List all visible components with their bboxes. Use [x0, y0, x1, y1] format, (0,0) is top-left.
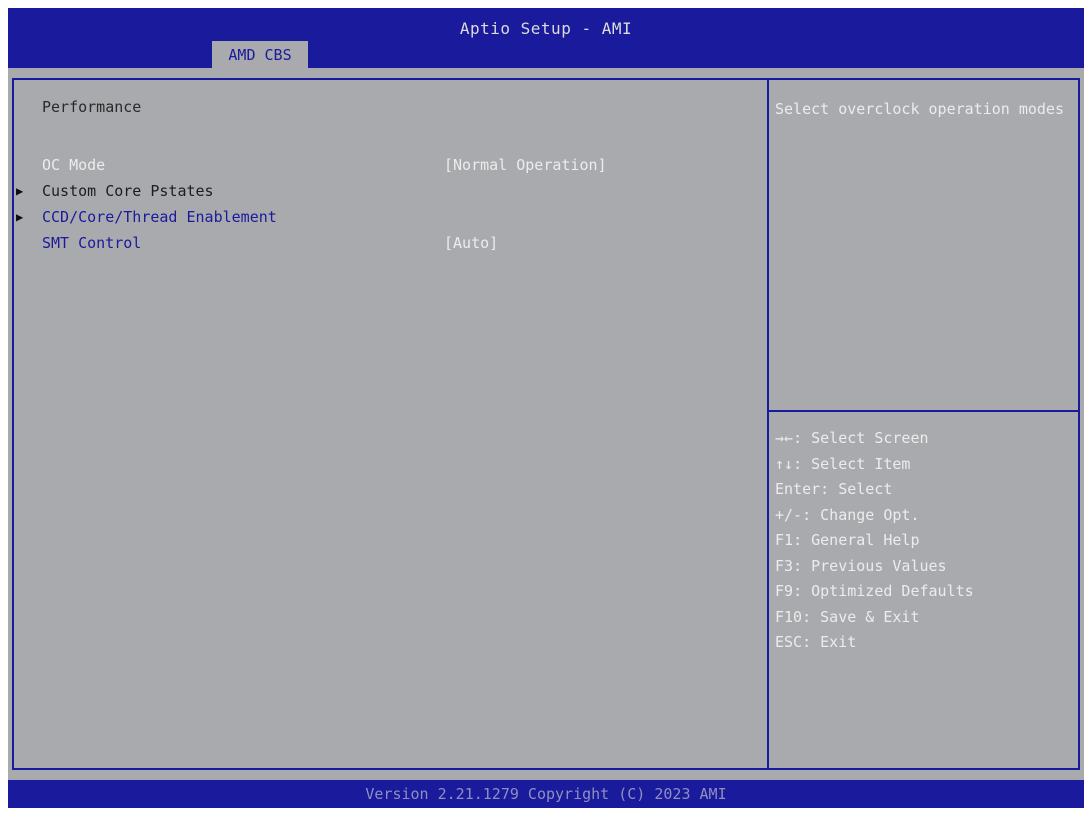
menu-item-smt-control[interactable]: SMT Control [Auto]	[14, 230, 759, 256]
menu-item-ccd-core-thread-enablement[interactable]: ▶ CCD/Core/Thread Enablement	[14, 204, 759, 230]
help-panel: Select overclock operation modes →←: Sel…	[767, 78, 1080, 770]
menu-item-label: OC Mode	[42, 156, 106, 174]
key-legend-item: F1: General Help	[775, 531, 920, 549]
menu-item-value[interactable]: [Normal Operation]	[444, 152, 607, 178]
key-legend-item: →←: Select Screen	[775, 429, 929, 447]
key-legend-item: F10: Save & Exit	[775, 607, 920, 626]
key-legend: →←: Select Screen ↑↓: Select Item Enter:…	[775, 426, 1070, 656]
menu-item-label: Custom Core Pstates	[42, 182, 214, 200]
bios-screen: Aptio Setup - AMI AMD CBS Performance OC…	[8, 8, 1084, 808]
triangle-right-icon: ▶	[16, 184, 24, 198]
menu-item-custom-core-pstates[interactable]: ▶ Custom Core Pstates	[14, 178, 759, 204]
header-bar: Aptio Setup - AMI AMD CBS	[8, 8, 1084, 68]
menu-item-oc-mode[interactable]: OC Mode [Normal Operation]	[14, 152, 759, 178]
window-title: Aptio Setup - AMI	[459, 19, 633, 38]
menu-item-label: CCD/Core/Thread Enablement	[42, 208, 277, 226]
key-legend-item: F3: Previous Values	[775, 556, 947, 575]
help-description: Select overclock operation modes	[775, 100, 1064, 118]
key-legend-item: ↑↓: Select Item	[775, 454, 911, 473]
key-legend-item: +/-: Change Opt.	[775, 505, 920, 524]
key-legend-item: ESC: Exit	[775, 633, 857, 651]
footer-version: Version 2.21.1279 Copyright (C) 2023 AMI	[8, 780, 1084, 808]
key-legend-item: Enter: Select	[775, 480, 893, 498]
menu-item-label: SMT Control	[42, 234, 142, 252]
main-panel: Performance OC Mode [Normal Operation] ▶…	[12, 78, 767, 770]
section-title: Performance	[42, 98, 142, 116]
key-legend-item: F9: Optimized Defaults	[775, 582, 974, 600]
menu-item-value[interactable]: [Auto]	[444, 230, 498, 256]
help-divider	[769, 410, 1078, 412]
triangle-right-icon: ▶	[16, 210, 24, 224]
tab-amd-cbs[interactable]: AMD CBS	[212, 41, 308, 68]
